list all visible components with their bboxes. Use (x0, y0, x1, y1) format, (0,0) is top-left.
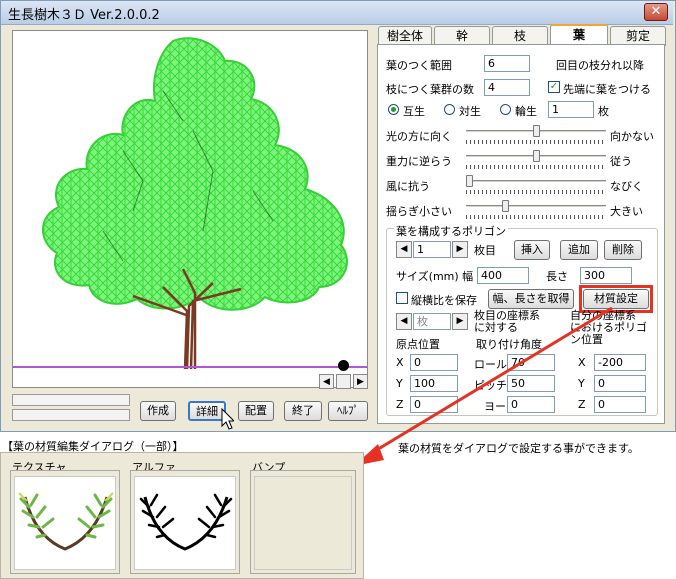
place-button[interactable]: 配置 (238, 401, 274, 421)
polygon-prev-icon[interactable]: ◀ (396, 241, 412, 258)
radio-whorled[interactable] (500, 104, 511, 115)
slider-sway-thumb[interactable] (501, 200, 509, 212)
tree-illustration (13, 37, 367, 370)
polygon-group-title: 葉を構成するポリゴン (394, 223, 508, 239)
tab-trunk[interactable]: 幹 (434, 26, 490, 46)
slider-light-right: 向かない (610, 130, 654, 143)
close-button[interactable]: ✕ (644, 3, 668, 21)
whorl-count-input[interactable]: 1 (548, 101, 594, 118)
slider-wind-ticks (466, 190, 606, 194)
radio-alternate[interactable] (388, 104, 399, 115)
slider-sway-right: 大きい (610, 205, 643, 218)
width-input[interactable]: 400 (477, 267, 529, 284)
radio-whorled-label: 輪生 (515, 105, 537, 118)
radio-alternate-label: 互生 (403, 105, 425, 118)
length-label: 長さ (546, 270, 568, 283)
camera-left-icon[interactable]: ◀ (319, 374, 334, 389)
window-title: 生長樹木３Ｄ Ver.2.0.0.2 (8, 8, 160, 23)
texture-leaf-image (18, 492, 114, 551)
mouse-cursor-icon (220, 407, 236, 433)
tab-leaf[interactable]: 葉 (550, 24, 608, 46)
slider-sway-track[interactable] (466, 205, 606, 208)
add-button[interactable]: 追加 (560, 240, 598, 260)
slider-sway-ticks (466, 215, 606, 219)
slider-light-left: 光の方に向く (386, 130, 452, 143)
delete-button[interactable]: 削除 (604, 240, 642, 260)
length-input[interactable]: 300 (580, 267, 632, 284)
slider-light-ticks (466, 140, 606, 144)
slider-gravity-right: 従う (610, 155, 632, 168)
slider-wind-thumb[interactable] (466, 175, 473, 187)
progress-bar-1 (12, 394, 130, 406)
slider-gravity-thumb[interactable] (532, 150, 540, 162)
alpha-preview[interactable] (134, 476, 236, 570)
size-width-label: サイズ(mm) 幅 (396, 270, 474, 283)
alpha-leaf-image (139, 493, 233, 551)
slider-sway-left: 揺らぎ小さい (386, 205, 452, 218)
tip-leaf-checkbox[interactable]: ✓ (548, 81, 560, 93)
radio-opposite[interactable] (444, 104, 455, 115)
radio-opposite-label: 対生 (459, 105, 481, 118)
tree-preview-canvas[interactable] (12, 30, 368, 388)
exit-button[interactable]: 終了 (284, 401, 322, 421)
progress-bar-2 (12, 409, 130, 421)
leaf-range-suffix: 回目の枝分れ以降 (556, 59, 644, 72)
annotation-text: 葉の材質をダイアログで設定する事ができます。 (398, 442, 639, 455)
slider-wind-left: 風に抗う (386, 180, 430, 193)
leaf-range-input[interactable]: 6 (484, 55, 530, 72)
tip-leaf-label: 先端に葉をつける (563, 83, 651, 96)
slider-wind-right: なびく (610, 180, 643, 193)
polygon-index-input[interactable]: 1 (413, 241, 451, 258)
group-count-input[interactable]: 4 (484, 79, 530, 96)
leaf-range-label: 葉のつく範囲 (386, 59, 452, 72)
group-count-label: 枝につく葉群の数 (386, 83, 474, 96)
slider-gravity-ticks (466, 165, 606, 169)
create-button[interactable]: 作成 (140, 401, 176, 421)
polygon-index-suffix: 枚目 (474, 244, 496, 257)
insert-button[interactable]: 挿入 (514, 240, 550, 260)
whorl-count-suffix: 枚 (598, 105, 609, 118)
tab-branch[interactable]: 枝 (492, 26, 548, 46)
tab-prune[interactable]: 剪定 (610, 26, 666, 46)
slider-wind-track[interactable] (466, 180, 606, 183)
polygon-next-icon[interactable]: ▶ (452, 241, 468, 258)
slider-light-thumb[interactable] (532, 125, 540, 137)
tab-whole-tree[interactable]: 樹全体 (378, 26, 432, 46)
texture-preview[interactable] (14, 476, 116, 570)
foliage (42, 37, 348, 311)
slider-gravity-left: 重力に逆らう (386, 155, 452, 168)
bump-preview[interactable] (254, 476, 352, 570)
